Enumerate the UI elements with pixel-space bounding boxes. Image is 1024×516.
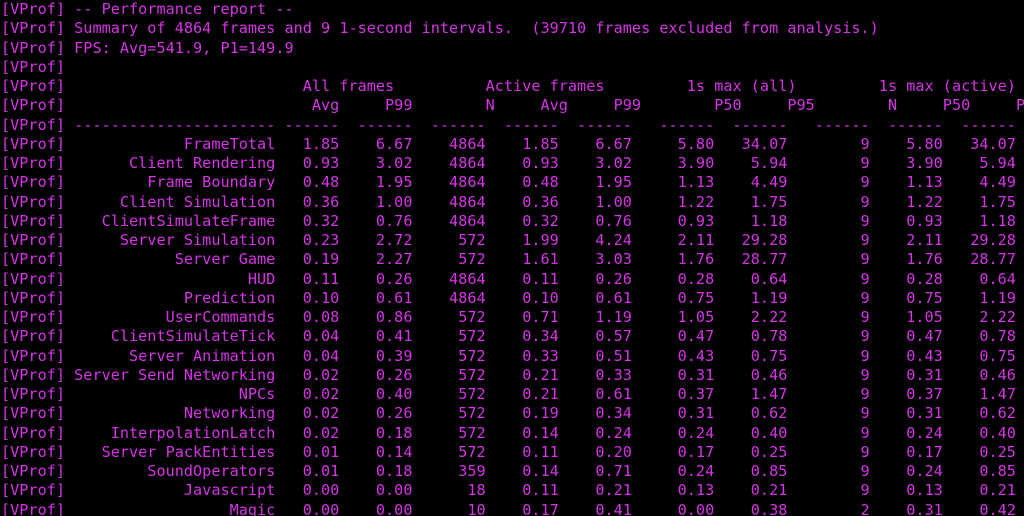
row-text: Server Simulation 0.23 2.72 572 1.99 4.2…: [65, 231, 1016, 249]
console-line: [VProf] -- Performance report --: [1, 0, 1024, 19]
log-prefix: [VProf]: [1, 38, 66, 57]
table-column-header: Avg P99 N Avg P99 P50 P95 N P50 P95: [65, 96, 1024, 115]
row-text: Magic 0.00 0.00 10 0.17 0.41 0.00 0.38 2…: [65, 500, 1016, 516]
row-text: Frame Boundary 0.48 1.95 4864 0.48 1.95 …: [65, 173, 1016, 192]
table-row: [VProf] InterpolationLatch 0.02 0.18 572…: [1, 424, 1024, 443]
log-prefix: [VProf]: [1, 192, 66, 211]
console-line: [VProf] FPS: Avg=541.9, P1=149.9: [1, 39, 1024, 58]
table-row: [VProf] Server Simulation 0.23 2.72 572 …: [1, 231, 1024, 250]
log-prefix: [VProf]: [1, 462, 66, 480]
log-prefix: [VProf]: [1, 115, 66, 134]
console-line: [VProf] All frames Active frames 1s max …: [1, 77, 1024, 96]
log-prefix: [VProf]: [1, 404, 66, 423]
log-prefix: [VProf]: [1, 365, 66, 384]
row-text: Client Simulation 0.36 1.00 4864 0.36 1.…: [65, 192, 1016, 211]
table-divider: ---------------------- ------ ------ ---…: [65, 115, 1016, 134]
row-text: Javascript 0.00 0.00 18 0.11 0.21 0.13 0…: [65, 481, 1016, 500]
row-text: Server Game 0.19 2.27 572 1.61 3.03 1.76…: [65, 250, 1016, 269]
row-text: Client Rendering 0.93 3.02 4864 0.93 3.0…: [65, 154, 1016, 172]
log-prefix: [VProf]: [1, 288, 66, 307]
table-row: [VProf] HUD 0.11 0.26 4864 0.11 0.26 0.2…: [1, 270, 1024, 289]
table-row: [VProf] ClientSimulateFrame 0.32 0.76 48…: [1, 212, 1024, 231]
log-prefix: [VProf]: [1, 423, 66, 442]
row-text: SoundOperators 0.01 0.18 359 0.14 0.71 0…: [65, 462, 1016, 480]
log-prefix: [VProf]: [1, 385, 66, 403]
row-text: UserCommands 0.08 0.86 572 0.71 1.19 1.0…: [65, 308, 1016, 326]
row-text: InterpolationLatch 0.02 0.18 572 0.14 0.…: [65, 423, 1016, 442]
table-row: [VProf] Server Send Networking 0.02 0.26…: [1, 366, 1024, 385]
row-text: Prediction 0.10 0.61 4864 0.10 0.61 0.75…: [65, 288, 1016, 307]
row-text: Server Send Networking 0.02 0.26 572 0.2…: [65, 365, 1016, 384]
table-row: [VProf] UserCommands 0.08 0.86 572 0.71 …: [1, 308, 1024, 327]
log-prefix: [VProf]: [1, 481, 66, 500]
log-prefix: [VProf]: [1, 442, 66, 461]
log-prefix: [VProf]: [1, 134, 66, 153]
log-prefix: [VProf]: [1, 327, 66, 346]
table-row: [VProf] SoundOperators 0.01 0.18 359 0.1…: [1, 462, 1024, 481]
log-prefix: [VProf]: [1, 57, 66, 76]
console-line: [VProf] Summary of 4864 frames and 9 1-s…: [1, 19, 1024, 38]
log-prefix: [VProf]: [1, 154, 66, 172]
log-prefix: [VProf]: [1, 269, 66, 288]
row-text: Server Animation 0.04 0.39 572 0.33 0.51…: [65, 346, 1016, 365]
console-output: [VProf] -- Performance report -- [VProf]…: [0, 0, 1024, 516]
console-line: [VProf] Avg P99 N Avg P99 P50 P95 N P50 …: [1, 96, 1024, 115]
log-prefix: [VProf]: [1, 500, 66, 516]
line-text: -- Performance report --: [65, 0, 294, 18]
table-row: [VProf] Networking 0.02 0.26 572 0.19 0.…: [1, 404, 1024, 423]
log-prefix: [VProf]: [1, 250, 66, 269]
log-prefix: [VProf]: [1, 0, 66, 18]
table-row: [VProf] Client Simulation 0.36 1.00 4864…: [1, 193, 1024, 212]
row-text: HUD 0.11 0.26 4864 0.11 0.26 0.28 0.64 9…: [65, 269, 1016, 288]
row-text: FrameTotal 1.85 6.67 4864 1.85 6.67 5.80…: [65, 134, 1016, 153]
table-row: [VProf] ClientSimulateTick 0.04 0.41 572…: [1, 327, 1024, 346]
table-row: [VProf] FrameTotal 1.85 6.67 4864 1.85 6…: [1, 135, 1024, 154]
table-row: [VProf] Javascript 0.00 0.00 18 0.11 0.2…: [1, 481, 1024, 500]
table-row: [VProf] Frame Boundary 0.48 1.95 4864 0.…: [1, 173, 1024, 192]
table-row: [VProf] Magic 0.00 0.00 10 0.17 0.41 0.0…: [1, 501, 1024, 516]
log-prefix: [VProf]: [1, 308, 66, 326]
log-prefix: [VProf]: [1, 173, 66, 192]
row-text: ClientSimulateTick 0.04 0.41 572 0.34 0.…: [65, 327, 1016, 346]
log-prefix: [VProf]: [1, 231, 66, 249]
row-text: ClientSimulateFrame 0.32 0.76 4864 0.32 …: [65, 211, 1016, 230]
table-row: [VProf] NPCs 0.02 0.40 572 0.21 0.61 0.3…: [1, 385, 1024, 404]
table-group-header: All frames Active frames 1s max (all) 1s…: [65, 77, 1016, 95]
log-prefix: [VProf]: [1, 77, 66, 95]
row-text: Server PackEntities 0.01 0.14 572 0.11 0…: [65, 442, 1016, 461]
log-prefix: [VProf]: [1, 211, 66, 230]
console-line: [VProf]: [1, 58, 1024, 77]
log-prefix: [VProf]: [1, 19, 66, 38]
row-text: NPCs 0.02 0.40 572 0.21 0.61 0.37 1.47 9…: [65, 385, 1016, 403]
log-prefix: [VProf]: [1, 346, 66, 365]
console-line: [VProf] ---------------------- ------ --…: [1, 116, 1024, 135]
table-row: [VProf] Server PackEntities 0.01 0.14 57…: [1, 443, 1024, 462]
line-text: FPS: Avg=541.9, P1=149.9: [65, 38, 294, 57]
table-row: [VProf] Prediction 0.10 0.61 4864 0.10 0…: [1, 289, 1024, 308]
line-text: Summary of 4864 frames and 9 1-second in…: [65, 19, 879, 38]
table-row: [VProf] Server Animation 0.04 0.39 572 0…: [1, 347, 1024, 366]
table-row: [VProf] Client Rendering 0.93 3.02 4864 …: [1, 154, 1024, 173]
log-prefix: [VProf]: [1, 96, 66, 115]
table-row: [VProf] Server Game 0.19 2.27 572 1.61 3…: [1, 250, 1024, 269]
row-text: Networking 0.02 0.26 572 0.19 0.34 0.31 …: [65, 404, 1016, 423]
